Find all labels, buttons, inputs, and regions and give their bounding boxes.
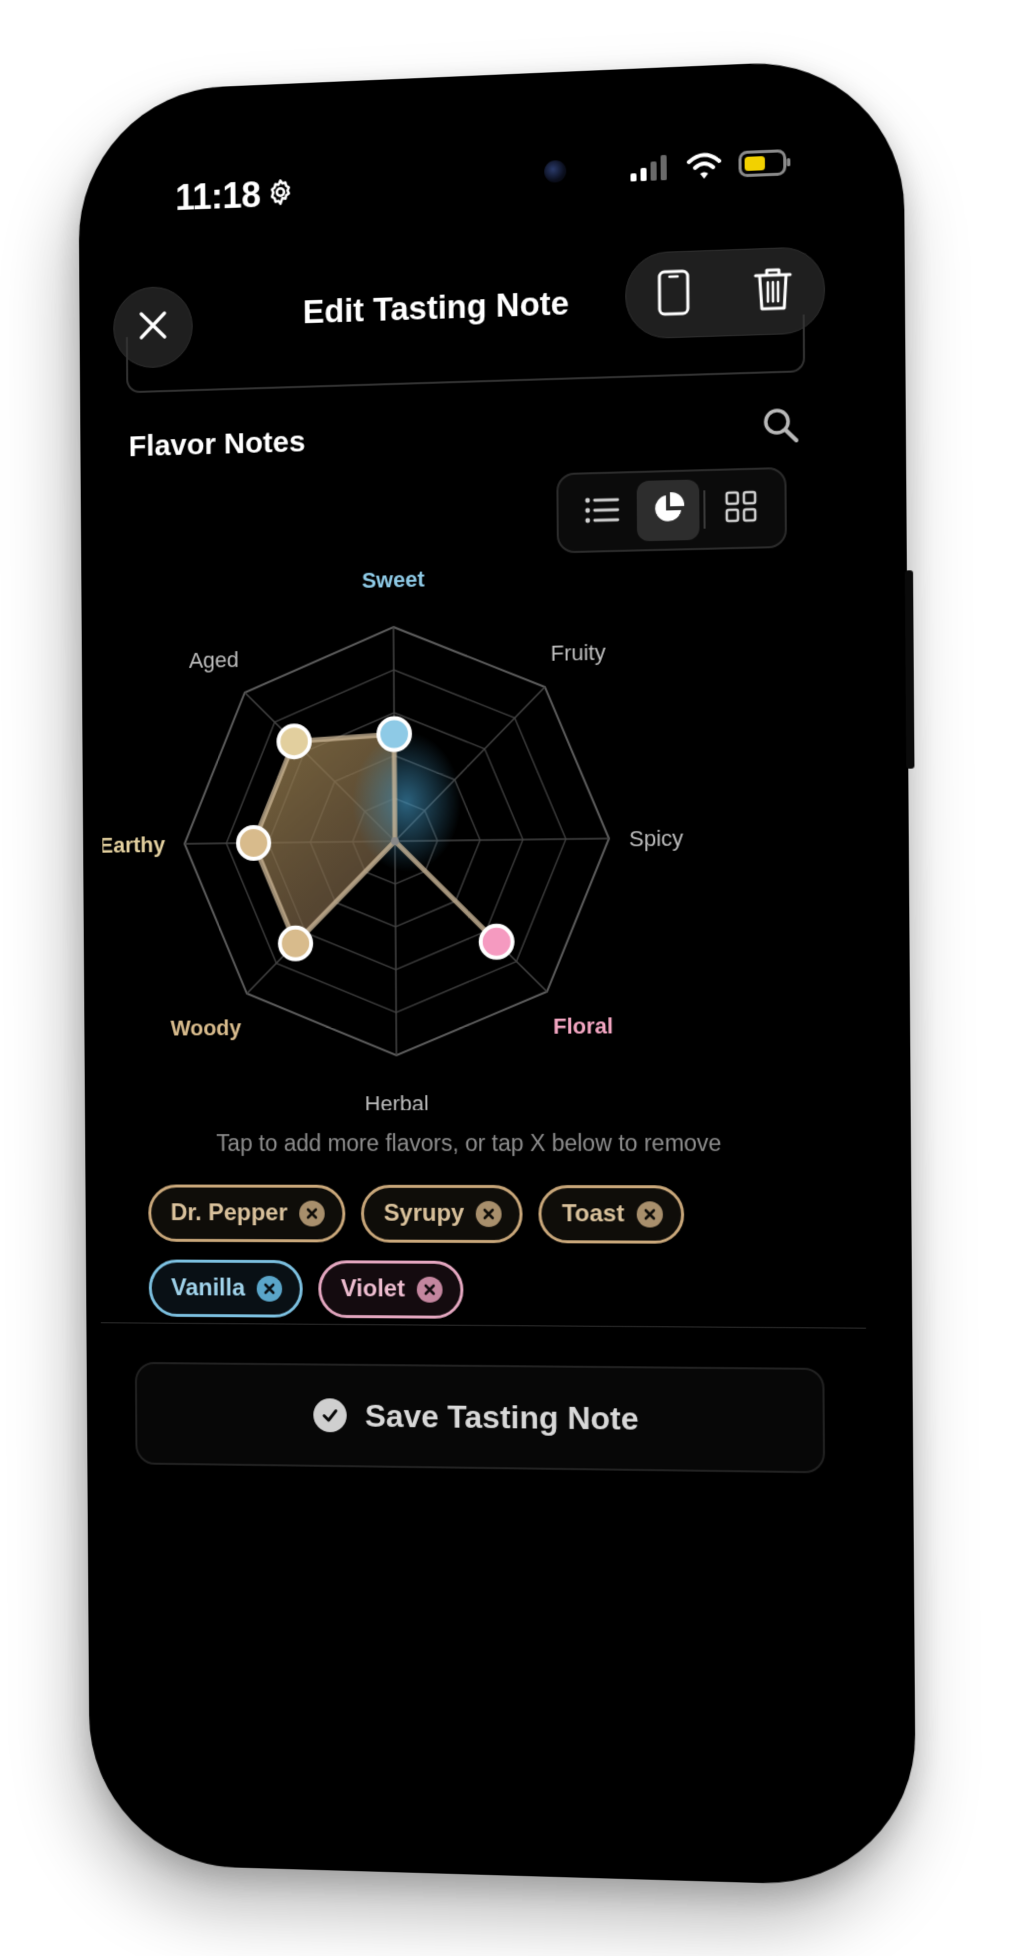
previous-card-edge <box>125 314 806 394</box>
flavor-chip[interactable]: Vanilla <box>148 1259 303 1318</box>
remove-chip-icon[interactable] <box>416 1276 443 1303</box>
grid-icon <box>725 489 758 527</box>
flavor-chip[interactable]: Dr. Pepper <box>148 1184 346 1243</box>
radar-point-floral <box>478 923 515 960</box>
chip-label: Toast <box>561 1200 625 1228</box>
pie-chart-icon <box>651 490 686 530</box>
remove-chip-icon[interactable] <box>476 1200 503 1228</box>
radar-point-earthy <box>238 827 269 859</box>
view-mode-toggle <box>556 466 787 554</box>
front-camera <box>544 159 567 183</box>
chip-label: Violet <box>340 1275 406 1303</box>
chart-view-button[interactable] <box>636 479 700 542</box>
section-title: Flavor Notes <box>128 425 306 464</box>
chip-label: Vanilla <box>171 1274 246 1302</box>
hint-text: Tap to add more flavors, or tap X below … <box>216 1129 722 1157</box>
radar-axis-label-sweet: Sweet <box>362 566 425 593</box>
radar-point-sweet <box>378 718 410 750</box>
search-icon <box>761 404 802 451</box>
radar-point-aged <box>278 725 310 757</box>
flavor-chip[interactable]: Violet <box>318 1260 464 1319</box>
flavor-chips: Dr. Pepper Syrupy Toast Vanilla Violet <box>148 1184 785 1340</box>
radar-axis-label-herbal: Herbal <box>365 1091 429 1111</box>
phone-icon[interactable] <box>657 268 692 321</box>
radar-spoke <box>395 841 396 1055</box>
chip-label: Dr. Pepper <box>170 1199 288 1227</box>
radar-axis-label-aged: Aged <box>189 647 239 673</box>
phone-frame: 11:18 Edit Tasting Note Flavor Notes Swe… <box>78 57 917 1888</box>
status-icons <box>629 148 791 188</box>
radar-axis-label-fruity: Fruity <box>550 639 605 665</box>
remove-chip-icon[interactable] <box>299 1200 325 1227</box>
remove-chip-icon[interactable] <box>256 1275 283 1302</box>
radar-point-woody <box>280 927 312 959</box>
chip-row: Vanilla Violet <box>148 1259 785 1321</box>
chip-label: Syrupy <box>383 1199 465 1227</box>
flavor-radar-chart[interactable]: Sweet Fruity Spicy Floral Herbal Woody Earthy A… <box>101 562 819 1110</box>
flavor-chip[interactable]: Syrupy <box>360 1184 524 1244</box>
radar-axis-label-floral: Floral <box>553 1013 613 1039</box>
status-time-text: 11:18 <box>175 174 261 218</box>
list-view-button[interactable] <box>570 481 633 543</box>
side-button <box>904 570 915 769</box>
flavor-chip[interactable]: Toast <box>538 1185 684 1244</box>
toggle-separator <box>703 490 706 529</box>
gear-icon <box>266 173 294 216</box>
trash-icon[interactable] <box>752 265 793 318</box>
remove-chip-icon[interactable] <box>636 1201 663 1228</box>
battery-icon <box>738 148 791 183</box>
wifi-icon <box>686 151 723 186</box>
status-time: 11:18 <box>175 173 294 219</box>
search-button[interactable] <box>757 404 804 452</box>
radar-axis-label-earthy: Earthy <box>101 832 166 858</box>
radar-axis-label-woody: Woody <box>170 1015 241 1040</box>
save-button-label: Save Tasting Note <box>364 1397 639 1437</box>
screenshot-stage: 11:18 Edit Tasting Note Flavor Notes Swe… <box>0 0 1019 1956</box>
checkmark-circle-icon <box>313 1398 348 1433</box>
cellular-signal-icon <box>629 154 670 187</box>
chip-row: Dr. Pepper Syrupy Toast <box>148 1184 784 1245</box>
save-tasting-note-button[interactable]: Save Tasting Note <box>134 1361 826 1474</box>
grid-view-button[interactable] <box>709 477 772 539</box>
radar-axis-label-spicy: Spicy <box>629 825 683 851</box>
list-icon <box>584 494 620 530</box>
